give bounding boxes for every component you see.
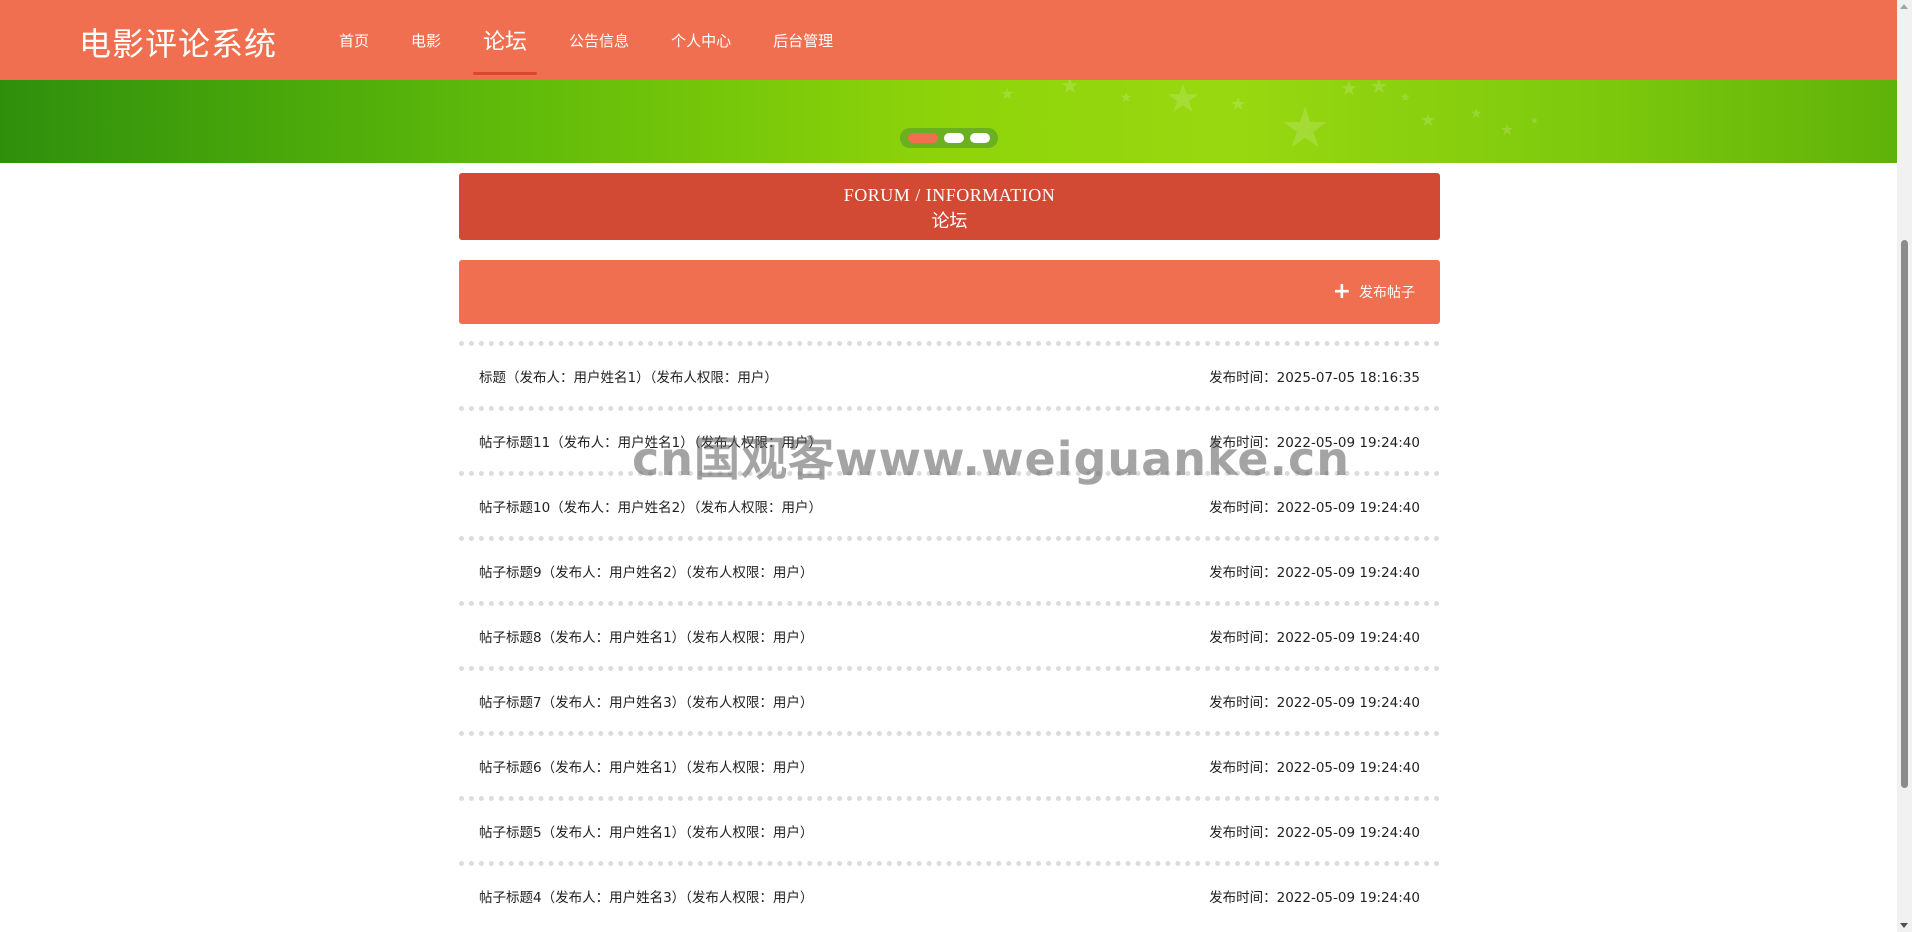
post-list: 标题（发布人：用户姓名1）（发布人权限：用户） 发布时间：2025-07-05 … (459, 341, 1440, 926)
nav-item-admin[interactable]: 后台管理 (752, 0, 854, 80)
post-title: 帖子标题9（发布人：用户姓名2）（发布人权限：用户） (479, 565, 814, 581)
post-row[interactable]: 标题（发布人：用户姓名1）（发布人权限：用户） 发布时间：2025-07-05 … (459, 341, 1440, 406)
nav-item-home[interactable]: 首页 (318, 0, 390, 80)
star-decoration-icon: ★ (1230, 94, 1247, 115)
star-decoration-icon: ★ (1470, 106, 1483, 122)
carousel-dot-1[interactable] (908, 133, 938, 143)
star-decoration-icon: ★ (1530, 116, 1539, 127)
section-title-cn: 论坛 (931, 211, 968, 232)
post-time: 发布时间：2022-05-09 19:24:40 (1209, 695, 1420, 711)
vertical-scrollbar[interactable] (1897, 0, 1912, 932)
carousel-dot-2[interactable] (944, 133, 964, 143)
post-title: 帖子标题8（发布人：用户姓名1）（发布人权限：用户） (479, 630, 814, 646)
star-decoration-icon: ★ (1500, 120, 1515, 139)
post-row[interactable]: 帖子标题4（发布人：用户姓名3）（发布人权限：用户） 发布时间：2022-05-… (459, 861, 1440, 926)
nav-item-personal-center[interactable]: 个人中心 (650, 0, 752, 80)
post-title: 帖子标题4（发布人：用户姓名3）（发布人权限：用户） (479, 890, 814, 906)
post-time: 发布时间：2022-05-09 19:24:40 (1209, 565, 1420, 581)
nav-item-forum[interactable]: 论坛 (473, 0, 538, 80)
post-time: 发布时间：2022-05-09 19:24:40 (1209, 760, 1420, 776)
publish-post-button[interactable]: + 发布帖子 (1332, 279, 1415, 304)
post-row[interactable]: 帖子标题5（发布人：用户姓名1）（发布人权限：用户） 发布时间：2022-05-… (459, 796, 1440, 861)
star-decoration-icon: ★ (1400, 90, 1411, 104)
post-row[interactable]: 帖子标题7（发布人：用户姓名3）（发布人权限：用户） 发布时间：2022-05-… (459, 666, 1440, 731)
main-nav: 首页 电影 论坛 公告信息 个人中心 后台管理 (318, 0, 854, 80)
star-decoration-icon: ★ (1000, 84, 1015, 103)
post-time: 发布时间：2022-05-09 19:24:40 (1209, 890, 1420, 906)
nav-item-announcements[interactable]: 公告信息 (548, 0, 650, 80)
post-row[interactable]: 帖子标题8（发布人：用户姓名1）（发布人权限：用户） 发布时间：2022-05-… (459, 601, 1440, 666)
post-row[interactable]: 帖子标题9（发布人：用户姓名2）（发布人权限：用户） 发布时间：2022-05-… (459, 536, 1440, 601)
publish-post-label: 发布帖子 (1359, 285, 1415, 301)
post-title: 帖子标题11（发布人：用户姓名1）（发布人权限：用户） (479, 435, 823, 451)
star-decoration-icon: ★ (1420, 110, 1437, 131)
section-title: FORUM / INFORMATION 论坛 (459, 173, 1440, 240)
post-row[interactable]: 帖子标题6（发布人：用户姓名1）（发布人权限：用户） 发布时间：2022-05-… (459, 731, 1440, 796)
post-row[interactable]: 帖子标题11（发布人：用户姓名1）（发布人权限：用户） 发布时间：2022-05… (459, 406, 1440, 471)
post-time: 发布时间：2022-05-09 19:24:40 (1209, 500, 1420, 516)
top-navigation-bar: 电影评论系统 首页 电影 论坛 公告信息 个人中心 后台管理 (0, 0, 1897, 80)
plus-icon: + (1332, 279, 1351, 304)
carousel-indicators (900, 128, 998, 148)
star-decoration-icon: ★ (1370, 80, 1388, 98)
section-title-en: FORUM / INFORMATION (843, 185, 1056, 205)
star-decoration-icon: ★ (1165, 80, 1201, 122)
site-logo[interactable]: 电影评论系统 (79, 19, 277, 65)
post-time: 发布时间：2025-07-05 18:16:35 (1209, 370, 1420, 386)
star-decoration-icon: ★ (1280, 96, 1331, 161)
carousel-dot-3[interactable] (970, 133, 990, 143)
post-time: 发布时间：2022-05-09 19:24:40 (1209, 630, 1420, 646)
scrollbar-thumb[interactable] (1901, 240, 1908, 788)
page: 电影评论系统 首页 电影 论坛 公告信息 个人中心 后台管理 ★ ★ ★ ★ ★… (0, 0, 1912, 932)
star-decoration-icon: ★ (1340, 80, 1358, 100)
post-row[interactable]: 帖子标题10（发布人：用户姓名2）（发布人权限：用户） 发布时间：2022-05… (459, 471, 1440, 536)
post-title: 帖子标题6（发布人：用户姓名1）（发布人权限：用户） (479, 760, 814, 776)
star-decoration-icon: ★ (1120, 90, 1133, 106)
post-title: 帖子标题5（发布人：用户姓名1）（发布人权限：用户） (479, 825, 814, 841)
banner-carousel: ★ ★ ★ ★ ★ ★ ★ ★ ★ ★ ★ ★ ★ (0, 80, 1897, 163)
post-time: 发布时间：2022-05-09 19:24:40 (1209, 435, 1420, 451)
post-title: 帖子标题10（发布人：用户姓名2）（发布人权限：用户） (479, 500, 823, 516)
scroll-down-arrow-icon[interactable] (1900, 923, 1908, 928)
scroll-up-arrow-icon[interactable] (1900, 4, 1908, 9)
post-title: 帖子标题7（发布人：用户姓名3）（发布人权限：用户） (479, 695, 814, 711)
action-bar: + 发布帖子 (459, 260, 1440, 324)
post-time: 发布时间：2022-05-09 19:24:40 (1209, 825, 1420, 841)
nav-item-movies[interactable]: 电影 (390, 0, 462, 80)
post-title: 标题（发布人：用户姓名1）（发布人权限：用户） (479, 370, 778, 386)
star-decoration-icon: ★ (1060, 80, 1080, 99)
